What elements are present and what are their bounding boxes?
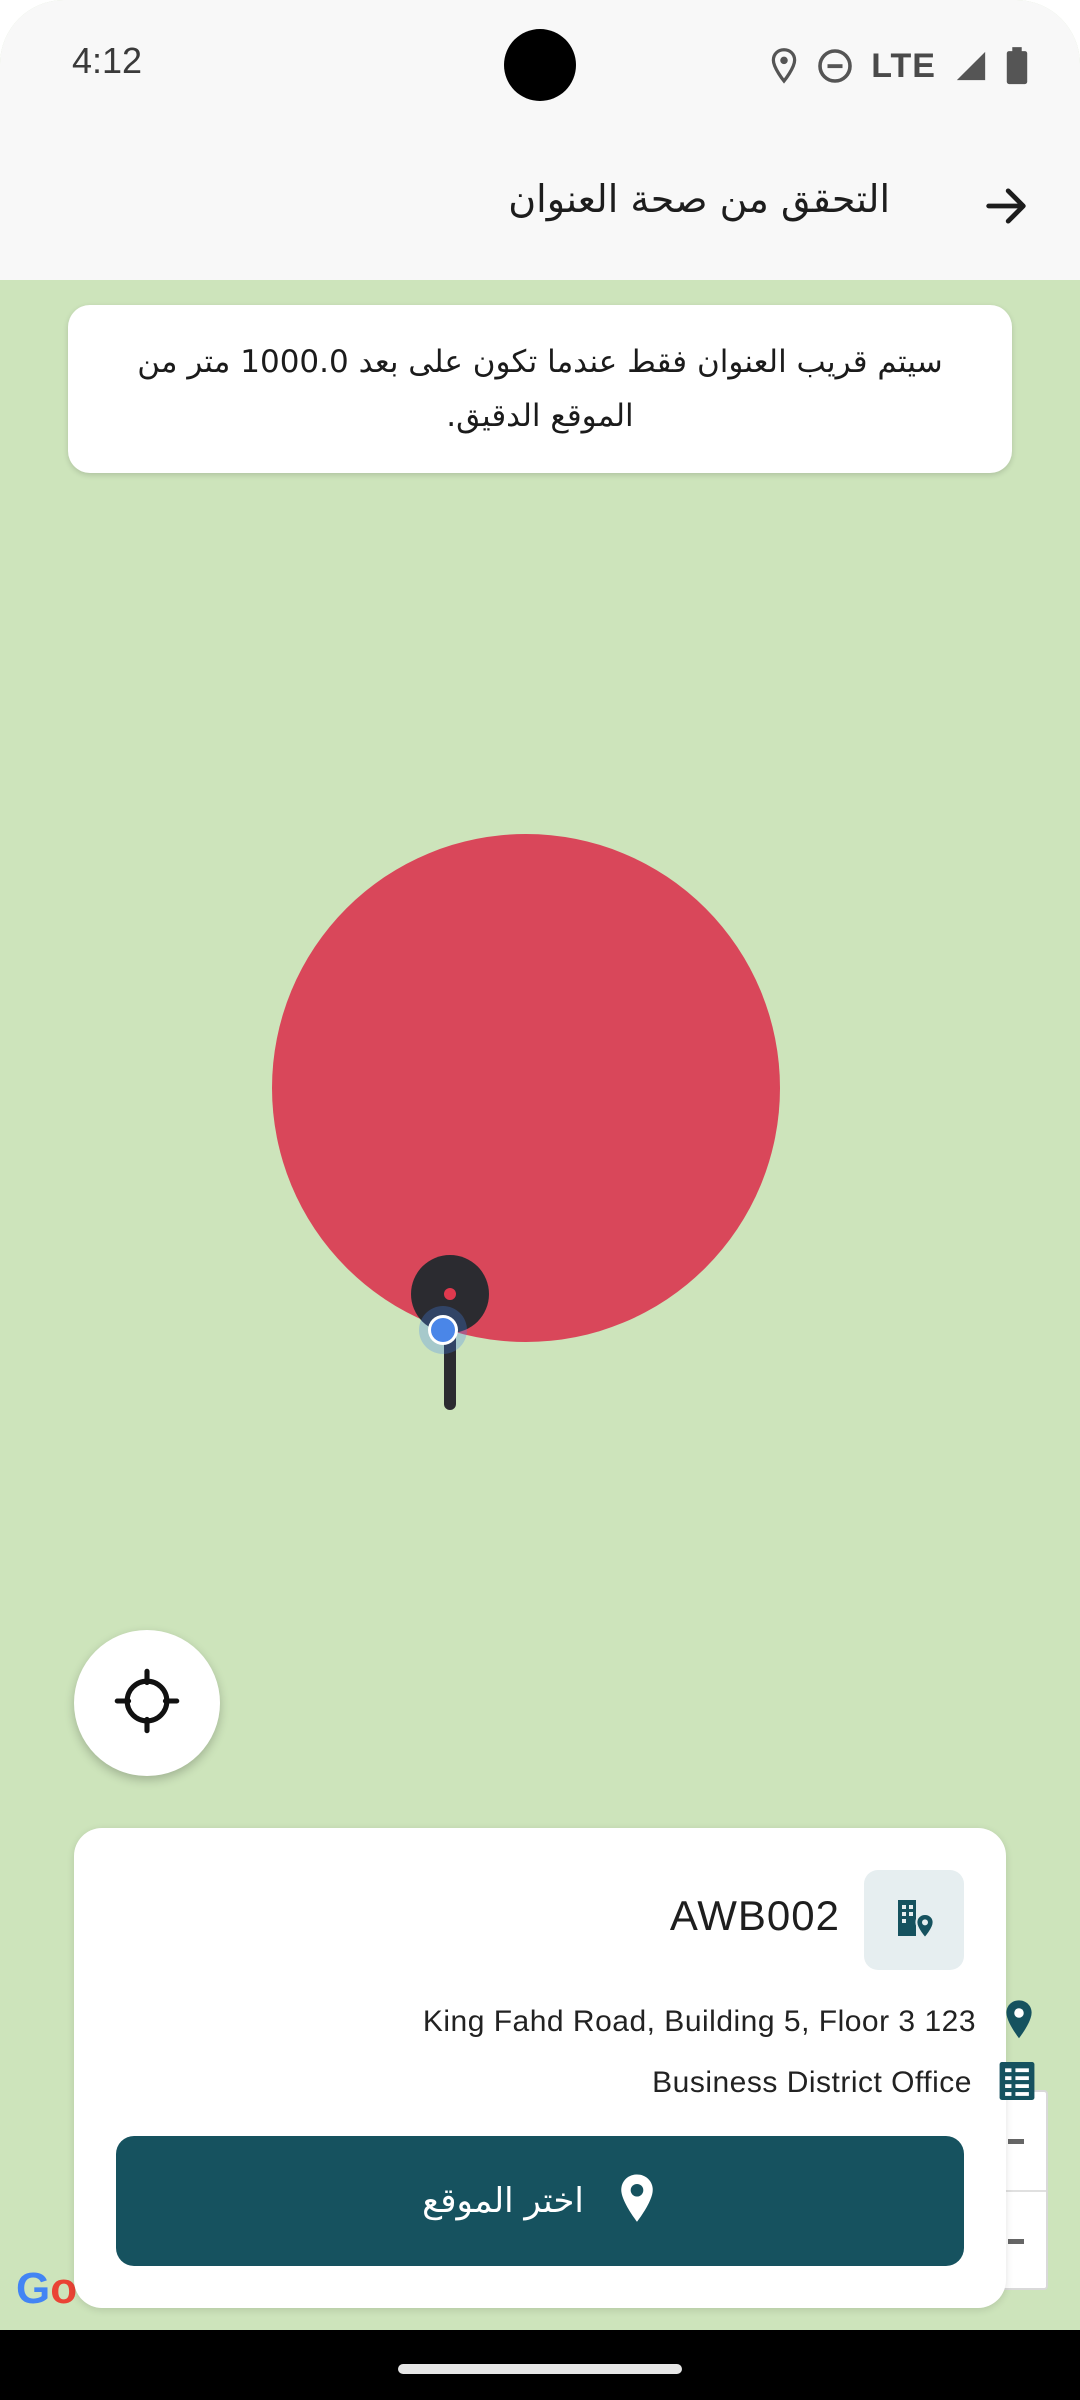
address-row: King Fahd Road, Building 5, Floor 3 123 — [423, 1998, 1036, 2046]
location-pin-icon — [1002, 1999, 1036, 2045]
network-type: LTE — [871, 46, 936, 85]
allowed-radius-circle — [272, 834, 780, 1342]
app-bar: التحقق من صحة العنوان — [0, 130, 1080, 280]
device-screen: 4:12 LTE التحقق من صحة العنوان سيتم قريب… — [0, 0, 1080, 2400]
current-location-dot — [419, 1306, 467, 1354]
building-pin-icon — [890, 1894, 938, 1946]
office-building-icon — [998, 2060, 1036, 2106]
status-bar: 4:12 LTE — [0, 0, 1080, 130]
select-location-button[interactable]: اختر الموقع — [116, 2136, 964, 2266]
office-row: Business District Office — [652, 2059, 1036, 2107]
zoom-out-button[interactable] — [1008, 2239, 1024, 2244]
location-pin-icon — [616, 2172, 658, 2230]
signal-icon — [954, 49, 988, 83]
select-location-label: اختر الموقع — [422, 2181, 584, 2221]
status-icons: LTE — [769, 44, 1028, 88]
radius-notice: سيتم قريب العنوان فقط عندما تكون على بعد… — [68, 305, 1012, 473]
crosshair-icon — [113, 1667, 181, 1739]
address-text: King Fahd Road, Building 5, Floor 3 123 — [422, 2005, 976, 2038]
building-location-badge — [864, 1870, 964, 1970]
awb-number: AWB002 — [669, 1892, 840, 1939]
home-indicator[interactable] — [398, 2364, 682, 2374]
camera-cutout — [504, 29, 576, 101]
radius-notice-text: سيتم قريب العنوان فقط عندما تكون على بعد… — [137, 344, 943, 434]
page-title: التحقق من صحة العنوان — [508, 177, 890, 221]
zoom-in-button[interactable] — [1008, 2139, 1024, 2144]
status-time: 4:12 — [72, 40, 143, 81]
location-status-icon — [769, 47, 799, 85]
arrow-right-icon[interactable] — [970, 170, 1042, 242]
my-location-button[interactable] — [74, 1630, 220, 1776]
do-not-disturb-icon — [817, 48, 853, 84]
battery-icon — [1006, 47, 1028, 85]
office-text: Business District Office — [652, 2066, 972, 2099]
google-logo: Go — [16, 2264, 78, 2313]
